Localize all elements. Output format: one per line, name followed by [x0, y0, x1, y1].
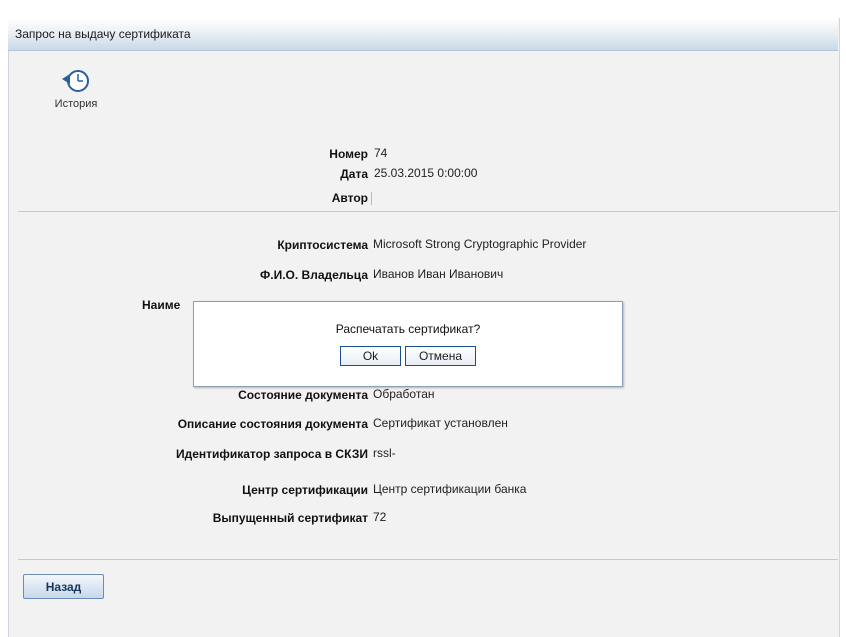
issued-cert-row: Выпущенный сертификат: [0, 510, 368, 526]
issued-cert-label: Выпущенный сертификат: [212, 511, 368, 525]
doc-state-value: Обработан: [373, 387, 435, 401]
doc-state-desc-label: Описание состояния документа: [177, 417, 368, 431]
cancel-button[interactable]: Отмена: [405, 346, 476, 366]
request-id-label: Идентификатор запроса в СКЗИ: [175, 447, 368, 461]
owner-value: Иванов Иван Иванович: [373, 267, 504, 281]
page-title: Запрос на выдачу сертификата: [15, 27, 191, 41]
owner-label: Ф.И.О. Владельца: [260, 268, 368, 282]
divider: [18, 211, 838, 212]
title-bar: Запрос на выдачу сертификата: [8, 18, 838, 51]
ca-value: Центр сертификации банка: [373, 482, 527, 496]
issued-cert-value[interactable]: 72: [373, 510, 386, 524]
history-clock-icon: [36, 66, 116, 96]
number-label: Номер: [329, 147, 368, 161]
author-value: [371, 192, 374, 205]
request-id-value: rssl-: [373, 446, 396, 460]
crypto-label: Криптосистема: [277, 238, 368, 252]
doc-state-row: Состояние документа: [0, 387, 368, 403]
author-label: Автор: [331, 191, 368, 205]
ca-label: Центр сертификации: [242, 483, 368, 497]
request-id-row: Идентификатор запроса в СКЗИ: [0, 446, 368, 462]
date-label: Дата: [340, 167, 368, 181]
date-value: 25.03.2015 0:00:00: [374, 166, 478, 180]
crypto-row: Криптосистема: [0, 237, 368, 253]
doc-state-desc-value: Сертификат установлен: [373, 416, 508, 430]
dialog-message: Распечатать сертификат?: [335, 322, 481, 336]
ok-button[interactable]: Ok: [340, 346, 401, 366]
name-label-partial: Наиме: [142, 298, 181, 312]
owner-row: Ф.И.О. Владельца: [0, 267, 368, 283]
history-label: История: [54, 98, 98, 110]
number-row: Номер: [0, 146, 368, 162]
back-button[interactable]: Назад: [23, 574, 104, 599]
doc-state-desc-row: Описание состояния документа: [0, 416, 368, 432]
crypto-value: Microsoft Strong Cryptographic Provider: [373, 237, 587, 251]
date-row: Дата: [0, 166, 368, 182]
history-button[interactable]: История: [36, 66, 116, 110]
print-confirm-dialog: Распечатать сертификат? Ok Отмена: [193, 301, 623, 387]
author-row: Автор: [0, 190, 368, 206]
doc-state-label: Состояние документа: [238, 388, 368, 402]
ca-row: Центр сертификации: [0, 482, 368, 498]
number-value: 74: [374, 146, 388, 160]
divider: [18, 559, 838, 560]
